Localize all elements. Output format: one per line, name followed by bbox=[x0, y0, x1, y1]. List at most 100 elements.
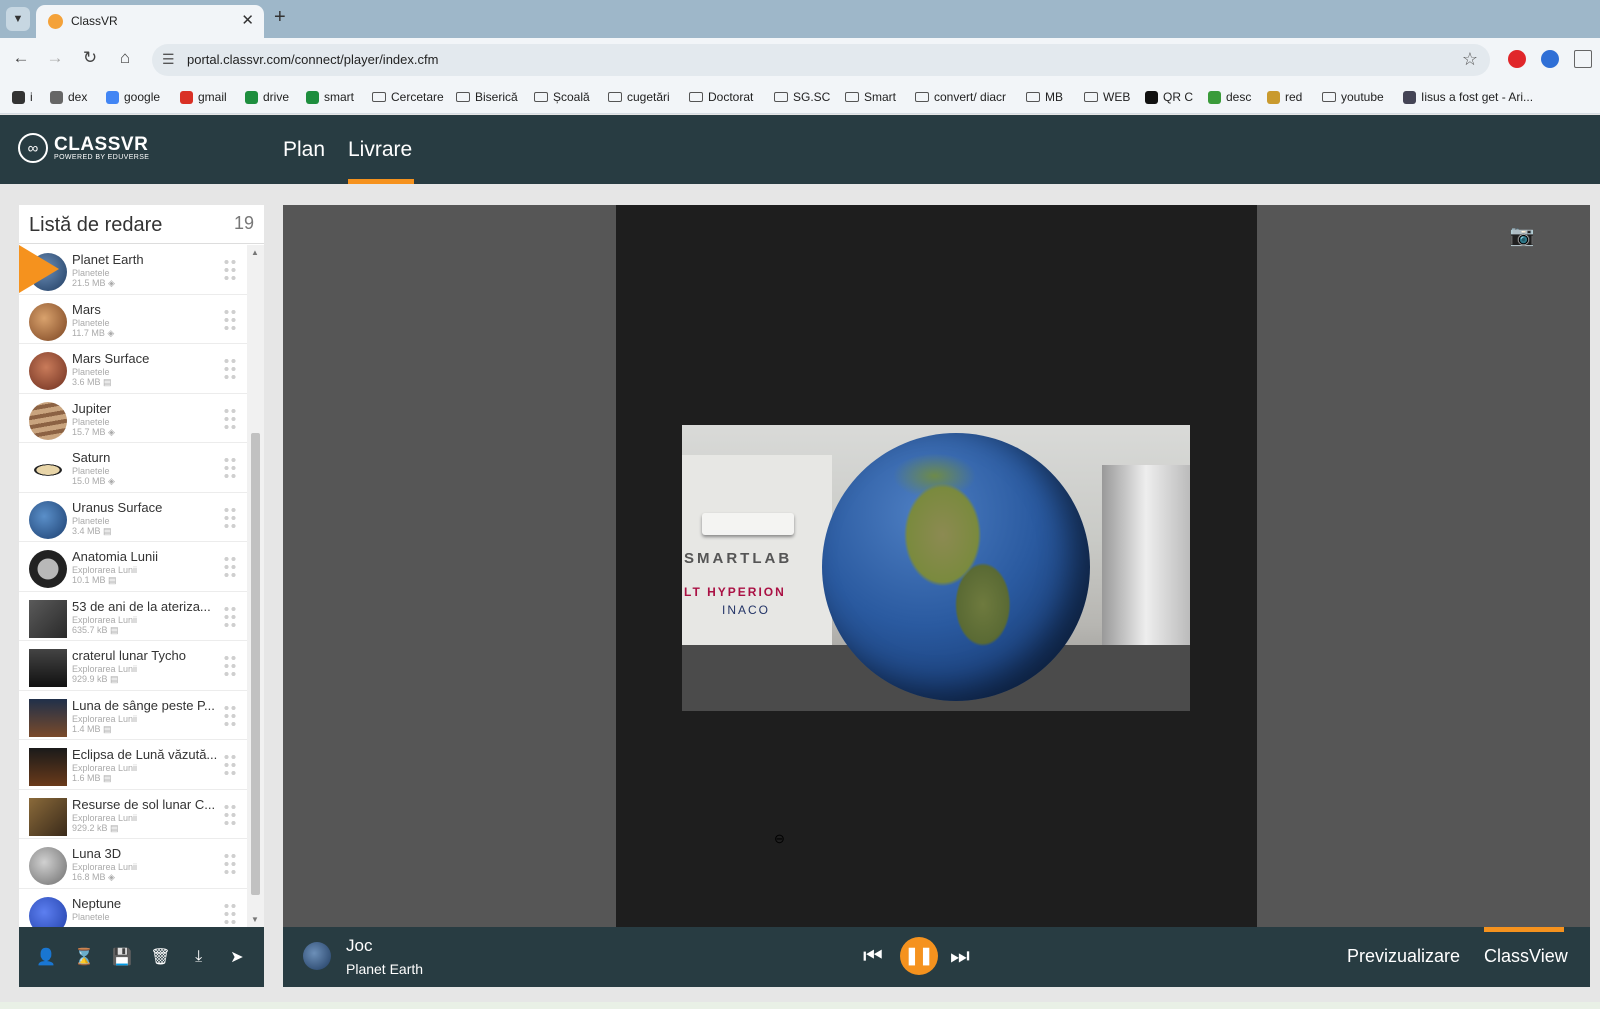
reload-icon[interactable]: ↻ bbox=[78, 48, 102, 68]
download-icon[interactable]: ⤓ bbox=[186, 944, 212, 970]
item-size: 15.7 MB ◈ bbox=[72, 427, 247, 438]
apple-icon bbox=[12, 90, 25, 104]
bookmark-item[interactable]: google bbox=[106, 90, 160, 104]
logo-subtitle: POWERED BY EDUVERSE bbox=[54, 153, 150, 161]
playlist-item[interactable]: Neptune Planetele bbox=[19, 889, 247, 927]
playlist-item[interactable]: Saturn Planetele 15.0 MB ◈ bbox=[19, 443, 247, 493]
drag-handle-icon[interactable] bbox=[223, 802, 237, 827]
drag-handle-icon[interactable] bbox=[223, 703, 237, 728]
360-icon: ◈ bbox=[105, 426, 115, 437]
playlist-item[interactable]: craterul lunar Tycho Explorarea Lunii 929.… bbox=[19, 641, 247, 691]
bookmark-item[interactable]: SG.SC bbox=[774, 90, 830, 104]
drag-handle-icon[interactable] bbox=[223, 307, 237, 332]
drag-handle-icon[interactable] bbox=[223, 852, 237, 876]
playlist-item[interactable]: Luna de sânge peste P... Explorarea Lunii… bbox=[19, 691, 247, 740]
drag-handle-icon[interactable] bbox=[223, 505, 237, 530]
preview-mode-button[interactable]: Previzualizare bbox=[1347, 946, 1460, 967]
360-icon: ◈ bbox=[104, 327, 115, 338]
camera-icon[interactable]: 📷 bbox=[1508, 223, 1536, 247]
close-tab-icon[interactable]: ✕ bbox=[241, 11, 254, 29]
hourglass-icon[interactable]: ⌛ bbox=[71, 944, 97, 970]
bookmark-item[interactable]: youtube bbox=[1322, 90, 1384, 104]
bookmark-label: youtube bbox=[1341, 90, 1384, 104]
playlist-item[interactable]: Mars Surface Planetele 3.6 MB ▤ bbox=[19, 344, 247, 394]
bookmark-item[interactable]: QR C bbox=[1145, 90, 1193, 104]
bookmark-star-icon[interactable]: ☆ bbox=[1462, 49, 1478, 70]
classview-mode-button[interactable]: ClassView bbox=[1484, 946, 1568, 967]
drag-handle-icon[interactable] bbox=[223, 555, 237, 579]
tab-livrare[interactable]: Livrare bbox=[348, 138, 412, 162]
drag-handle-icon[interactable] bbox=[223, 654, 237, 678]
bookmark-item[interactable]: MB bbox=[1026, 90, 1063, 104]
bookmark-item[interactable]: convert/ diacr bbox=[915, 90, 1006, 104]
bookmark-item[interactable]: Smart bbox=[845, 90, 896, 104]
drag-handle-icon[interactable] bbox=[223, 406, 237, 431]
tab-search-button[interactable]: ▼ bbox=[6, 7, 30, 31]
browser-tab[interactable]: ClassVR ✕ bbox=[36, 5, 264, 38]
side-panel-icon[interactable] bbox=[1574, 50, 1592, 68]
bookmark-item[interactable]: smart bbox=[306, 90, 354, 104]
item-name: Eclipsa de Lună văzută... bbox=[72, 747, 218, 762]
folder-icon bbox=[1084, 92, 1098, 102]
playlist-item[interactable]: Uranus Surface Planetele 3.4 MB ▤ bbox=[19, 493, 247, 542]
previous-icon[interactable]: ⏮ bbox=[863, 943, 883, 969]
bookmark-item[interactable]: dex bbox=[50, 90, 87, 104]
scrollbar-thumb[interactable] bbox=[251, 433, 260, 895]
drag-handle-icon[interactable] bbox=[223, 604, 237, 629]
playlist-item[interactable]: Eclipsa de Lună văzută... Explorarea Luni… bbox=[19, 740, 247, 790]
user-icon[interactable]: 👤 bbox=[33, 944, 59, 970]
playlist-panel: Listă de redare 19 Planet Earth Planetele… bbox=[19, 205, 264, 987]
playlist-header: Listă de redare 19 bbox=[19, 205, 264, 244]
bookmark-item[interactable]: red bbox=[1267, 90, 1302, 104]
drag-handle-icon[interactable] bbox=[223, 456, 237, 480]
home-icon[interactable]: ⌂ bbox=[113, 48, 137, 68]
bookmark-item[interactable]: cugetări bbox=[608, 90, 670, 104]
new-tab-button[interactable]: + bbox=[274, 6, 286, 29]
playlist-item[interactable]: Jupiter Planetele 15.7 MB ◈ bbox=[19, 394, 247, 443]
bookmark-item[interactable]: Școală bbox=[534, 90, 590, 104]
save-icon[interactable]: 💾 bbox=[109, 944, 135, 970]
drag-handle-icon[interactable] bbox=[223, 357, 237, 381]
address-bar[interactable]: ☰ portal.classvr.com/connect/player/inde… bbox=[152, 44, 1490, 76]
bookmark-item[interactable]: gmail bbox=[180, 90, 227, 104]
bookmark-item[interactable]: Doctorat bbox=[689, 90, 753, 104]
drag-handle-icon[interactable] bbox=[223, 901, 237, 926]
item-size-value: 16.8 MB bbox=[72, 872, 106, 882]
playlist-item[interactable]: Anatomia Lunii Explorarea Lunii 10.1 MB ▤ bbox=[19, 542, 247, 592]
trash-icon[interactable]: 🗑 bbox=[148, 944, 174, 970]
bookmark-item[interactable]: WEB bbox=[1084, 90, 1130, 104]
item-category: Planetele bbox=[72, 466, 110, 476]
bookmark-item[interactable]: i bbox=[12, 90, 33, 104]
item-category: Explorarea Lunii bbox=[72, 862, 138, 872]
playlist-item[interactable]: Planet Earth Planetele 21.5 MB ◈ bbox=[19, 245, 247, 295]
next-icon[interactable]: ⏭ bbox=[950, 943, 970, 969]
drag-handle-icon[interactable] bbox=[223, 753, 237, 777]
qr-icon bbox=[1145, 90, 1158, 104]
forward-icon[interactable]: → bbox=[43, 48, 67, 68]
bookmark-item[interactable]: Biserică bbox=[456, 90, 518, 104]
playlist-item[interactable]: 53 de ani de la ateriza... Explorarea Lun… bbox=[19, 592, 247, 641]
classvr-logo[interactable]: ∞ CLASSVR POWERED BY EDUVERSE bbox=[18, 133, 149, 163]
folder-icon bbox=[456, 92, 470, 102]
scroll-up-icon[interactable]: ▲ bbox=[251, 248, 259, 257]
bookmark-item[interactable]: Cercetare bbox=[372, 90, 444, 104]
bookmark-item[interactable]: drive bbox=[245, 90, 289, 104]
playlist-item[interactable]: Resurse de sol lunar C... Explorarea Luni… bbox=[19, 790, 247, 839]
password-extension-icon[interactable] bbox=[1541, 50, 1559, 68]
playlist-item[interactable]: Mars Planetele 11.7 MB ◈ bbox=[19, 295, 247, 344]
site-info-icon[interactable]: ☰ bbox=[162, 51, 175, 68]
url-text[interactable]: portal.classvr.com/connect/player/index.… bbox=[187, 52, 438, 67]
pause-button[interactable]: ❚❚ bbox=[900, 937, 938, 975]
back-icon[interactable]: ← bbox=[9, 48, 33, 68]
adblock-extension-icon[interactable] bbox=[1508, 50, 1526, 68]
bookmark-item[interactable]: desc bbox=[1208, 90, 1251, 104]
scroll-down-icon[interactable]: ▼ bbox=[251, 915, 259, 924]
playlist-item[interactable]: Luna 3D Explorarea Lunii 16.8 MB ◈ bbox=[19, 839, 247, 889]
tab-plan[interactable]: Plan bbox=[283, 138, 325, 162]
playlist-scrollbar[interactable]: ▲ ▼ bbox=[247, 245, 264, 927]
bookmark-item[interactable]: Iisus a fost get - Ari... bbox=[1403, 90, 1533, 104]
status-strip bbox=[0, 1002, 1600, 1009]
drag-handle-icon[interactable] bbox=[223, 258, 237, 282]
item-category: Planetele bbox=[72, 416, 110, 427]
send-icon[interactable]: ➤ bbox=[224, 944, 250, 970]
